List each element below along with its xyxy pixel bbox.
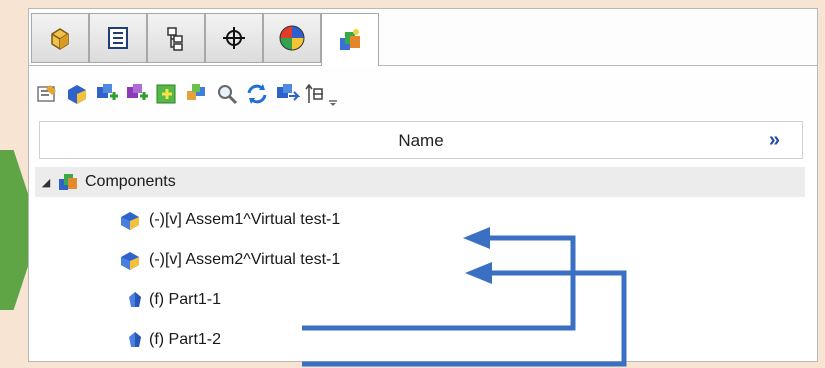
arrow-part1-1-to-assem1 — [302, 235, 576, 331]
arrow-part1-2-to-assem2 — [302, 270, 627, 367]
arrowhead-assem1 — [463, 227, 490, 249]
arrowhead-assem2 — [465, 262, 492, 284]
reorder-arrows-overlay — [302, 227, 627, 367]
